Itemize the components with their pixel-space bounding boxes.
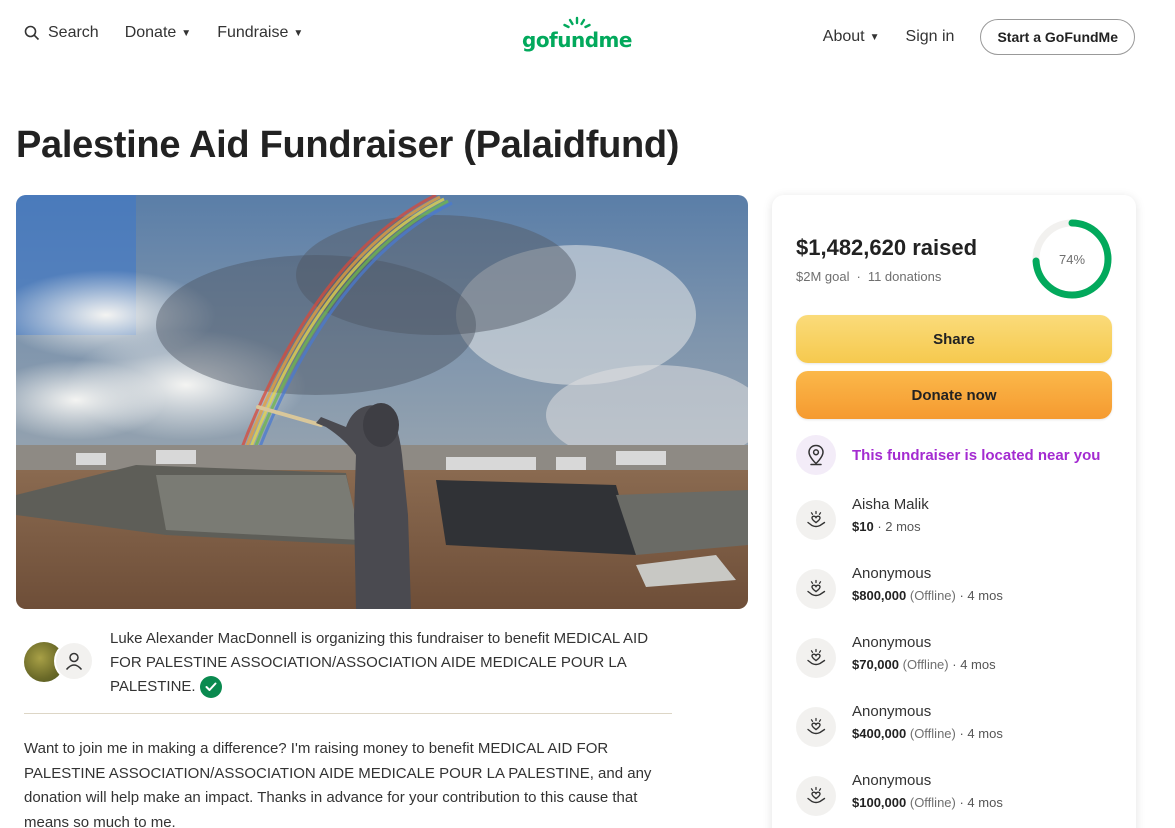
donation-sidebar: $1,482,620 raised $2M goal · 11 donations …: [772, 195, 1136, 828]
heart-hand-icon: [796, 638, 836, 678]
donation-amount: $70,000: [852, 657, 899, 672]
site-header: Search Donate ▼ Fundraise ▼ gofundme Abo…: [0, 0, 1175, 70]
donation-amount: $100,000: [852, 795, 907, 810]
about-menu[interactable]: About ▼: [823, 28, 880, 46]
heart-hand-icon: [796, 569, 836, 609]
donation-item: Anonymous $70,000 (Offline) · 4 mos: [796, 633, 996, 678]
donation-amount: $800,000: [852, 588, 907, 603]
start-gofundme-button[interactable]: Start a GoFundMe: [980, 19, 1135, 55]
donation-item: Aisha Malik $10 · 2 mos: [796, 495, 929, 540]
gofundme-logo[interactable]: gofundme: [522, 16, 632, 56]
offline-tag: (Offline): [909, 726, 956, 741]
offline-tag: (Offline): [902, 657, 949, 672]
organizer-text-block: Luke Alexander MacDonnell is organizing …: [110, 627, 670, 699]
donation-item: Anonymous $100,000 (Offline) · 4 mos: [796, 771, 1003, 816]
logo-text: gofundme: [522, 28, 632, 52]
section-divider: [24, 713, 672, 714]
donate-menu[interactable]: Donate ▼: [125, 24, 192, 42]
hero-image[interactable]: [16, 195, 748, 609]
page-title: Palestine Aid Fundraiser (Palaidfund): [16, 124, 680, 166]
rainbow-camp-photo: [16, 195, 748, 609]
heart-hand-icon: [796, 500, 836, 540]
location-text: This fundraiser is located near you: [852, 446, 1101, 464]
person-icon: [65, 652, 83, 670]
location-notice[interactable]: This fundraiser is located near you: [796, 435, 1100, 475]
time-separator: ·: [955, 795, 968, 810]
goal-amount: $2M goal: [796, 269, 850, 284]
heart-hand-icon: [796, 707, 836, 747]
progress-ring: 74%: [1030, 217, 1114, 301]
fundraise-menu-label: Fundraise: [217, 24, 289, 41]
donation-item: Anonymous $800,000 (Offline) · 4 mos: [796, 564, 1003, 609]
donate-now-button[interactable]: Donate now: [796, 371, 1112, 419]
donation-time: 4 mos: [967, 726, 1003, 741]
donation-details: $10 · 2 mos: [852, 515, 929, 539]
donation-time: 2 mos: [885, 519, 921, 534]
donation-amount: $10: [852, 519, 874, 534]
donor-name: Anonymous: [852, 634, 932, 651]
donation-details: $400,000 (Offline) · 4 mos: [852, 722, 1003, 746]
signin-label: Sign in: [905, 28, 955, 45]
donation-item: Anonymous $400,000 (Offline) · 4 mos: [796, 702, 1003, 747]
goal-meta: $2M goal · 11 donations: [796, 269, 941, 284]
beneficiary-avatar[interactable]: [54, 641, 94, 681]
donation-body: Anonymous $70,000 (Offline) · 4 mos: [852, 633, 996, 678]
caret-down-icon: ▼: [293, 27, 304, 39]
signin-link[interactable]: Sign in: [906, 28, 955, 46]
fundraise-menu[interactable]: Fundraise ▼: [217, 24, 303, 42]
donation-details: $800,000 (Offline) · 4 mos: [852, 584, 1003, 608]
heart-hand-icon: [796, 776, 836, 816]
time-separator: ·: [955, 588, 968, 603]
share-button[interactable]: Share: [796, 315, 1112, 363]
caret-down-icon: ▼: [181, 27, 192, 39]
offline-tag: (Offline): [909, 588, 956, 603]
search-icon: [24, 25, 40, 41]
time-separator: ·: [948, 657, 961, 672]
fundraiser-story: Want to join me in making a difference? …: [24, 740, 652, 828]
offline-tag: (Offline): [909, 795, 956, 810]
donation-body: Anonymous $400,000 (Offline) · 4 mos: [852, 702, 1003, 747]
nav-right: About ▼ Sign in Start a GoFundMe: [823, 19, 1135, 55]
donation-body: Aisha Malik $10 · 2 mos: [852, 495, 929, 540]
time-separator: ·: [955, 726, 968, 741]
time-separator: ·: [873, 519, 886, 534]
caret-down-icon: ▼: [869, 31, 880, 43]
donation-count[interactable]: 11 donations: [868, 269, 942, 284]
donation-amount: $400,000: [852, 726, 907, 741]
progress-percent: 74%: [1058, 251, 1086, 267]
donation-time: 4 mos: [960, 657, 996, 672]
location-pin-icon: [796, 435, 836, 475]
donor-name: Anonymous: [852, 772, 932, 789]
donor-name: Anonymous: [852, 703, 932, 720]
verified-check-icon: [199, 676, 222, 699]
donation-details: $70,000 (Offline) · 4 mos: [852, 653, 996, 677]
search-link[interactable]: Search: [24, 24, 99, 42]
donor-name: Anonymous: [852, 565, 932, 582]
donation-details: $100,000 (Offline) · 4 mos: [852, 791, 1003, 815]
donation-time: 4 mos: [967, 588, 1003, 603]
donation-time: 4 mos: [967, 795, 1003, 810]
organizer-statement: Luke Alexander MacDonnell is organizing …: [110, 630, 649, 695]
about-menu-label: About: [822, 28, 865, 45]
meta-separator: ·: [856, 269, 861, 284]
donation-body: Anonymous $100,000 (Offline) · 4 mos: [852, 771, 1003, 816]
amount-raised: $1,482,620 raised: [796, 235, 978, 260]
nav-left: Search Donate ▼ Fundraise ▼: [24, 24, 329, 42]
search-label: Search: [48, 24, 99, 41]
donate-menu-label: Donate: [124, 24, 177, 41]
donor-name: Aisha Malik: [852, 496, 929, 513]
donation-body: Anonymous $800,000 (Offline) · 4 mos: [852, 564, 1003, 609]
